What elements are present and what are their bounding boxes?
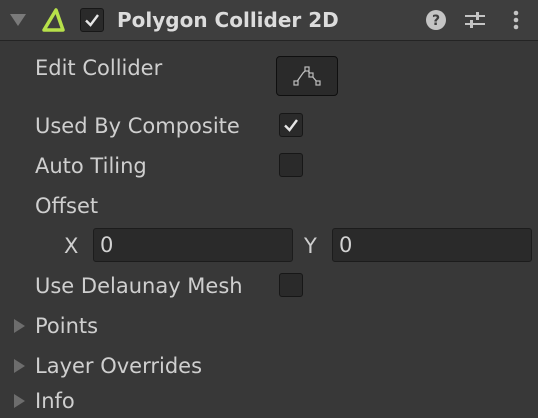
layer-overrides-foldout[interactable]: Layer Overrides (35, 352, 202, 380)
info-foldout[interactable]: Info (35, 387, 75, 415)
offset-y-input[interactable]: 0 (332, 228, 532, 262)
points-foldout-arrow[interactable] (14, 319, 25, 333)
offset-y-label: Y (304, 234, 317, 258)
use-delaunay-mesh-label: Use Delaunay Mesh (35, 274, 243, 298)
edit-polygon-icon (293, 66, 321, 86)
offset-x-input[interactable]: 0 (93, 228, 293, 262)
checkmark-icon (284, 119, 298, 132)
checkmark-icon (85, 14, 99, 27)
kebab-menu-icon[interactable] (506, 8, 526, 32)
info-foldout-arrow[interactable] (14, 394, 25, 408)
svg-text:?: ? (432, 13, 440, 29)
use-delaunay-mesh-checkbox[interactable] (279, 273, 303, 297)
offset-x-label: X (64, 234, 79, 258)
used-by-composite-label: Used By Composite (35, 114, 240, 138)
auto-tiling-label: Auto Tiling (35, 154, 147, 178)
layer-overrides-foldout-arrow[interactable] (14, 359, 25, 373)
polygon-collider-icon (38, 6, 68, 34)
auto-tiling-checkbox[interactable] (279, 153, 303, 177)
component-title: Polygon Collider 2D (117, 8, 339, 32)
preset-sliders-icon[interactable] (462, 8, 488, 32)
edit-collider-button[interactable] (276, 56, 338, 96)
component-enabled-checkbox[interactable] (80, 8, 104, 32)
points-foldout[interactable]: Points (35, 312, 98, 340)
offset-label: Offset (35, 194, 99, 218)
help-icon[interactable]: ? (424, 8, 448, 32)
used-by-composite-checkbox[interactable] (279, 113, 303, 137)
edit-collider-label: Edit Collider (35, 56, 163, 80)
foldout-expanded-arrow[interactable] (10, 14, 26, 26)
